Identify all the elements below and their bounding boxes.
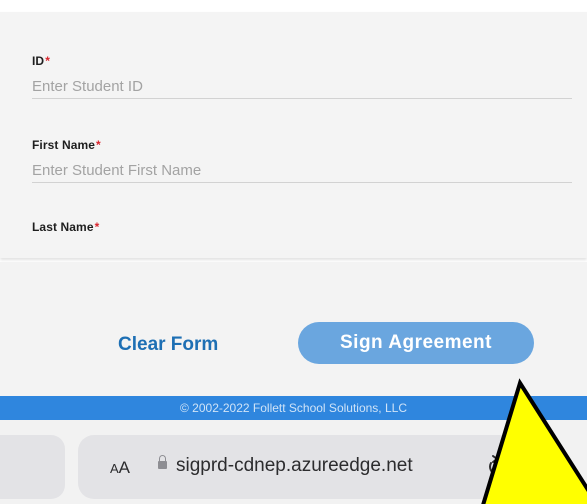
first-name-field[interactable]: First Name* Enter Student First Name [32, 138, 572, 183]
first-name-input[interactable]: Enter Student First Name [32, 160, 572, 183]
student-form-card: ID* Enter Student ID First Name* Enter S… [0, 12, 587, 258]
student-id-label-text: ID [32, 54, 45, 68]
text-size-large-glyph: A [118, 458, 131, 477]
previous-tab-stub[interactable] [0, 435, 65, 499]
student-id-input[interactable]: Enter Student ID [32, 76, 572, 99]
last-name-label-text: Last Name [32, 220, 94, 234]
student-id-label: ID* [32, 54, 572, 68]
last-name-input[interactable] [32, 242, 572, 258]
url-text[interactable]: sigprd-cdnep.azureedge.net [176, 455, 413, 477]
first-name-label-text: First Name [32, 138, 96, 152]
text-size-small-glyph: A [110, 461, 119, 476]
clear-form-button[interactable]: Clear Form [118, 334, 218, 356]
student-id-field[interactable]: ID* Enter Student ID [32, 54, 572, 99]
last-name-label: Last Name* [32, 220, 572, 234]
address-bar[interactable]: AA sigprd-cdnep.azureedge.net [78, 435, 526, 499]
copyright-footer: © 2002-2022 Follett School Solutions, LL… [0, 396, 587, 420]
first-name-label: First Name* [32, 138, 572, 152]
last-name-field[interactable]: Last Name* [32, 220, 572, 258]
sign-agreement-button[interactable]: Sign Agreement [298, 322, 534, 364]
lock-icon [158, 455, 167, 469]
text-size-button[interactable]: AA [110, 458, 130, 478]
required-asterisk: * [96, 138, 101, 152]
reload-icon[interactable] [482, 453, 510, 481]
required-asterisk: * [94, 220, 100, 234]
required-asterisk: * [45, 54, 50, 68]
